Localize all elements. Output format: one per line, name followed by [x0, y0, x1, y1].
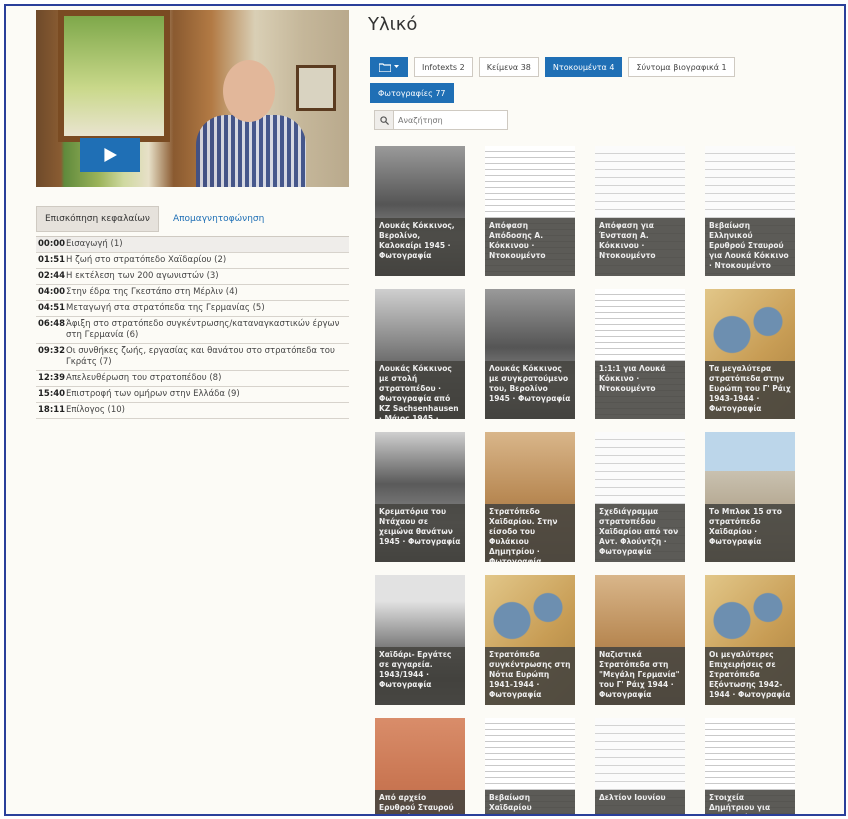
chapter-title: Επιστροφή των ομήρων στην Ελλάδα (9)	[66, 389, 240, 399]
filter-button[interactable]: Κείμενα 38	[478, 57, 539, 77]
page-frame: Επισκόπηση κεφαλαίων Απομαγνητοφώνηση 00…	[4, 4, 846, 816]
material-card[interactable]: Απόφαση για Ένσταση Α. Κόκκινου · Ντοκου…	[595, 146, 685, 276]
material-caption: Ναζιστικά Στρατόπεδα στη "Μεγάλη Γερμανί…	[595, 647, 685, 705]
material-card[interactable]: Τα μεγαλύτερα στρατόπεδα στην Ευρώπη του…	[705, 289, 795, 419]
chapter-time: 06:48	[38, 319, 66, 329]
search-box	[374, 110, 508, 130]
material-card[interactable]: Κρεματόρια του Ντάχαου σε χειμώνα θανάτω…	[375, 432, 465, 562]
play-button[interactable]	[80, 138, 140, 172]
material-card[interactable]: Απόφαση Απόδοσης Α. Κόκκινου · Ντοκουμέν…	[485, 146, 575, 276]
material-card[interactable]: Το Μπλοκ 15 στο στρατόπεδο Χαϊδαρίου · Φ…	[705, 432, 795, 562]
video-scene-window	[58, 10, 170, 142]
search-icon[interactable]	[375, 111, 394, 129]
material-caption: Απόφαση Απόδοσης Α. Κόκκινου · Ντοκουμέν…	[485, 218, 575, 276]
chapter-item[interactable]: 12:39 Απελευθέρωση του στρατοπέδου (8)	[36, 371, 349, 387]
chapter-time: 02:44	[38, 271, 66, 281]
chapter-title: Άφιξη στο στρατόπεδο συγκέντρωσης/κατανα…	[66, 319, 340, 340]
tab-transcript[interactable]: Απομαγνητοφώνηση	[165, 206, 272, 232]
material-card[interactable]: Στρατόπεδο Χαϊδαρίου. Στην είσοδο του Φυ…	[485, 432, 575, 562]
material-card[interactable]: Βεβαίωση Ελληνικού Ερυθρού Σταυρού για Λ…	[705, 146, 795, 276]
filter-button[interactable]: Infotexts 2	[414, 57, 473, 77]
chapter-list: 00:00 Εισαγωγή (1) 01:51 Η ζωή στο στρατόπε…	[36, 236, 349, 419]
left-tabs: Επισκόπηση κεφαλαίων Απομαγνητοφώνηση	[36, 206, 349, 232]
material-title: Υλικό	[368, 14, 418, 35]
chapter-title: Στην έδρα της Γκεστάπο στη Μέρλιν (4)	[66, 287, 238, 297]
material-card[interactable]: Σχεδιάγραμμα στρατοπέδου Χαϊδαρίου από τ…	[595, 432, 685, 562]
material-card[interactable]: Στοιχεία Δημήτριου για απελευθέρωση ομήρ…	[705, 718, 795, 814]
material-card[interactable]: Από αρχείο Ερυθρού Σταυρού για ομήρους σ…	[375, 718, 465, 814]
video-scene-picture	[296, 65, 336, 111]
material-grid: Λουκάς Κόκκινος, Βερολίνο, Καλοκαίρι 194…	[375, 146, 795, 814]
filter-button[interactable]: Φωτογραφίες 77	[370, 83, 454, 103]
chapter-time: 15:40	[38, 389, 66, 399]
material-caption: Τα μεγαλύτερα στρατόπεδα στην Ευρώπη του…	[705, 361, 795, 419]
material-card[interactable]: Λουκάς Κόκκινος, Βερολίνο, Καλοκαίρι 194…	[375, 146, 465, 276]
material-caption: Λουκάς Κόκκινος με στολή στρατοπέδου · Φ…	[375, 361, 465, 419]
chapter-title: Εισαγωγή (1)	[66, 239, 123, 249]
material-caption: Κρεματόρια του Ντάχαου σε χειμώνα θανάτω…	[375, 504, 465, 562]
material-card[interactable]: Οι μεγαλύτερες Επιχειρήσεις σε Στρατόπεδ…	[705, 575, 795, 705]
material-card[interactable]: Χαϊδάρι- Εργάτες σε αγγαρεία. 1943/1944 …	[375, 575, 465, 705]
chapter-time: 12:39	[38, 373, 66, 383]
tab-chapters[interactable]: Επισκόπηση κεφαλαίων	[36, 206, 159, 232]
material-caption: Δελτίον Ιουνίου	[595, 790, 685, 814]
material-caption: Από αρχείο Ερυθρού Σταυρού για ομήρους σ…	[375, 790, 465, 814]
folder-dropdown-button[interactable]	[370, 57, 408, 77]
chapter-item[interactable]: 04:51 Μεταγωγή στα στρατόπεδα της Γερμανί…	[36, 301, 349, 317]
material-caption: Λουκάς Κόκκινος με συγκρατούμενο του, Βε…	[485, 361, 575, 419]
material-caption: Οι μεγαλύτερες Επιχειρήσεις σε Στρατόπεδ…	[705, 647, 795, 705]
chapter-item[interactable]: 18:11 Επίλογος (10)	[36, 403, 349, 419]
chapter-title: Μεταγωγή στα στρατόπεδα της Γερμανίας (5…	[66, 303, 265, 313]
chapter-time: 04:51	[38, 303, 66, 313]
filter-bar: Infotexts 2 Κείμενα 38 Ντοκουμέντα 4 Σύντομ…	[370, 57, 810, 103]
chapter-title: Η εκτέλεση των 200 αγωνιστών (3)	[66, 271, 219, 281]
filter-button[interactable]: Σύντομα βιογραφικά 1	[628, 57, 735, 77]
chapter-time: 09:32	[38, 346, 66, 356]
material-caption: Σχεδιάγραμμα στρατοπέδου Χαϊδαρίου από τ…	[595, 504, 685, 562]
material-caption: Βεβαίωση Ελληνικού Ερυθρού Σταυρού για Λ…	[705, 218, 795, 276]
chapter-item[interactable]: 04:00 Στην έδρα της Γκεστάπο στη Μέρλιν (…	[36, 285, 349, 301]
chapter-item[interactable]: 09:32 Οι συνθήκες ζωής, εργασίας και θανά…	[36, 344, 349, 371]
chapter-time: 18:11	[38, 405, 66, 415]
chapter-item[interactable]: 06:48 Άφιξη στο στρατόπεδο συγκέντρωσης/κ…	[36, 317, 349, 344]
material-caption: Στρατόπεδο Χαϊδαρίου. Στην είσοδο του Φυ…	[485, 504, 575, 562]
material-card[interactable]: Ναζιστικά Στρατόπεδα στη "Μεγάλη Γερμανί…	[595, 575, 685, 705]
chapter-item[interactable]: 15:40 Επιστροφή των ομήρων στην Ελλάδα (9…	[36, 387, 349, 403]
chapter-item[interactable]: 02:44 Η εκτέλεση των 200 αγωνιστών (3)	[36, 269, 349, 285]
material-card[interactable]: Λουκάς Κόκκινος με συγκρατούμενο του, Βε…	[485, 289, 575, 419]
folder-icon	[379, 62, 391, 72]
chevron-down-icon	[394, 65, 399, 68]
material-card[interactable]: Δελτίον Ιουνίου	[595, 718, 685, 814]
chapter-time: 04:00	[38, 287, 66, 297]
chapter-title: Η ζωή στο στρατόπεδο Χαϊδαρίου (2)	[66, 255, 227, 265]
chapter-time: 00:00	[38, 239, 66, 249]
chapter-title: Οι συνθήκες ζωής, εργασίας και θανάτου σ…	[66, 346, 335, 367]
material-caption: Βεβαίωση Χαϊδαρίου	[485, 790, 575, 814]
chapter-time: 01:51	[38, 255, 66, 265]
material-caption: Απόφαση για Ένσταση Α. Κόκκινου · Ντοκου…	[595, 218, 685, 276]
material-caption: 1:1:1 για Λουκά Κόκκινο · Ντοκουμέντο	[595, 361, 685, 419]
search-input[interactable]	[394, 111, 502, 129]
play-icon	[104, 148, 117, 162]
filter-button[interactable]: Ντοκουμέντα 4	[544, 57, 623, 77]
material-caption: Το Μπλοκ 15 στο στρατόπεδο Χαϊδαρίου · Φ…	[705, 504, 795, 562]
video-player[interactable]	[36, 10, 349, 187]
chapter-item[interactable]: 00:00 Εισαγωγή (1)	[36, 236, 349, 253]
video-scene-person	[196, 115, 306, 187]
chapter-title: Απελευθέρωση του στρατοπέδου (8)	[66, 373, 222, 383]
material-caption: Στοιχεία Δημήτριου για απελευθέρωση ομήρ…	[705, 790, 795, 814]
chapter-item[interactable]: 01:51 Η ζωή στο στρατόπεδο Χαϊδαρίου (2)	[36, 253, 349, 269]
material-card[interactable]: Βεβαίωση Χαϊδαρίου	[485, 718, 575, 814]
material-caption: Στρατόπεδα συγκέντρωσης στη Νότια Ευρώπη…	[485, 647, 575, 705]
material-caption: Λουκάς Κόκκινος, Βερολίνο, Καλοκαίρι 194…	[375, 218, 465, 276]
material-card[interactable]: Λουκάς Κόκκινος με στολή στρατοπέδου · Φ…	[375, 289, 465, 419]
chapter-title: Επίλογος (10)	[66, 405, 125, 415]
video-scene-person-head	[223, 60, 275, 122]
material-card[interactable]: 1:1:1 για Λουκά Κόκκινο · Ντοκουμέντο	[595, 289, 685, 419]
material-card[interactable]: Στρατόπεδα συγκέντρωσης στη Νότια Ευρώπη…	[485, 575, 575, 705]
material-caption: Χαϊδάρι- Εργάτες σε αγγαρεία. 1943/1944 …	[375, 647, 465, 705]
